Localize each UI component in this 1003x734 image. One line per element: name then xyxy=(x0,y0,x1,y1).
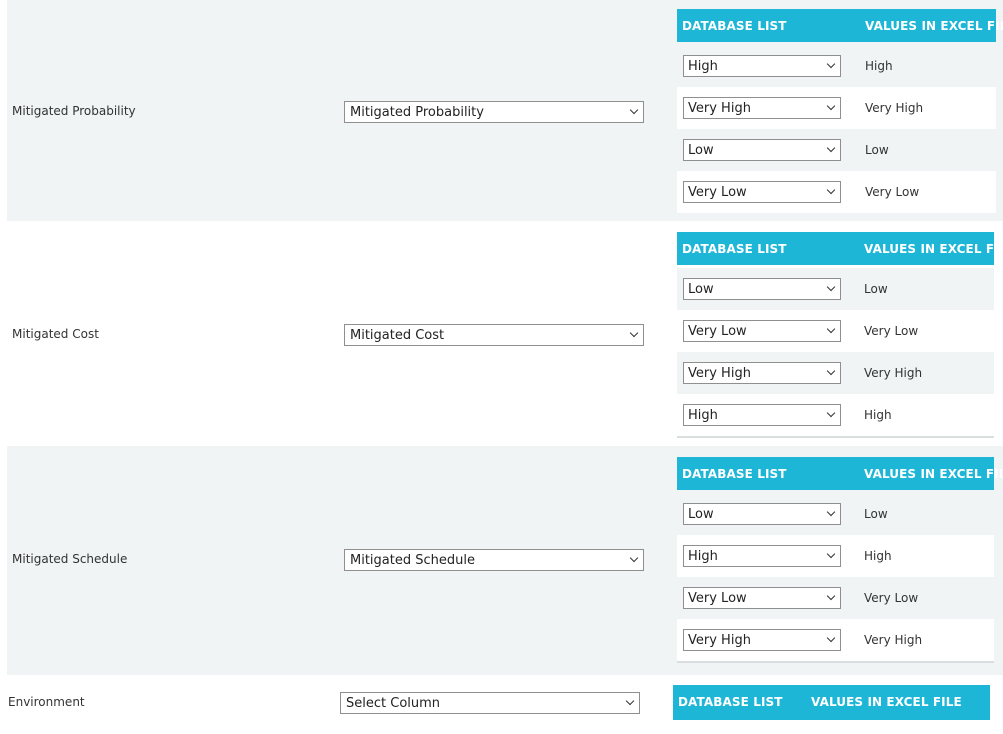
excel-value: Very Low xyxy=(864,591,919,605)
database-value-select[interactable]: Very High xyxy=(683,629,841,651)
value-mapping-table: DATABASE LIST VALUES IN EXCEL FILE High … xyxy=(677,9,1003,214)
mapping-row: Very High Very High xyxy=(677,87,996,129)
column-select-value: Mitigated Schedule xyxy=(350,552,475,568)
database-value: Low xyxy=(688,506,714,522)
excel-value: Low xyxy=(864,282,888,296)
database-value: Low xyxy=(688,142,714,158)
value-mapping-table: DATABASE LIST VALUES IN EXCEL FILE xyxy=(673,685,990,720)
mapping-header: DATABASE LIST VALUES IN EXCEL FILE xyxy=(673,685,990,720)
mapping-row: Low Low xyxy=(677,129,996,171)
column-select[interactable]: Mitigated Cost xyxy=(344,324,644,346)
database-value-select[interactable]: Very Low xyxy=(683,181,841,203)
header-values-in-excel: VALUES IN EXCEL FILE xyxy=(864,467,1003,481)
table-divider xyxy=(677,436,994,438)
column-select-value: Mitigated Probability xyxy=(350,104,484,120)
chevron-down-icon xyxy=(826,633,836,643)
chevron-down-icon xyxy=(625,696,635,706)
mapping-row: High High xyxy=(677,45,996,87)
excel-value: Very High xyxy=(864,366,923,380)
mapping-row: Very Low Very Low xyxy=(677,310,994,352)
database-value-select[interactable]: High xyxy=(683,55,841,77)
value-mapping-table: DATABASE LIST VALUES IN EXCEL FILE Low L… xyxy=(677,457,1003,663)
database-value-select[interactable]: High xyxy=(683,404,841,426)
database-value-select[interactable]: Low xyxy=(683,139,841,161)
mapping-row: Very High Very High xyxy=(677,619,994,661)
excel-value: Very High xyxy=(864,633,923,647)
chevron-down-icon xyxy=(826,143,836,153)
database-value: Very Low xyxy=(688,184,747,200)
database-value-select[interactable]: Low xyxy=(683,278,841,300)
excel-value: High xyxy=(865,59,893,73)
database-value: Very Low xyxy=(688,323,747,339)
chevron-down-icon xyxy=(826,185,836,195)
mapping-row: Low Low xyxy=(677,268,994,310)
header-values-in-excel: VALUES IN EXCEL FILE xyxy=(864,242,1003,256)
database-value: High xyxy=(688,407,718,423)
excel-value: Low xyxy=(864,507,888,521)
excel-value: Very Low xyxy=(865,185,920,199)
mapping-header: DATABASE LIST VALUES IN EXCEL FILE xyxy=(677,457,1003,490)
chevron-down-icon xyxy=(826,507,836,517)
chevron-down-icon xyxy=(826,366,836,376)
database-value: Very Low xyxy=(688,590,747,606)
mapping-row: Very High Very High xyxy=(677,352,994,394)
mapping-header: DATABASE LIST VALUES IN EXCEL FILE xyxy=(677,9,1003,42)
excel-value: Very High xyxy=(865,101,924,115)
mapping-header: DATABASE LIST VALUES IN EXCEL FILE xyxy=(677,232,1003,265)
database-value: Very High xyxy=(688,100,751,116)
value-mapping-table: DATABASE LIST VALUES IN EXCEL FILE Low L… xyxy=(677,232,1003,438)
excel-value: High xyxy=(864,549,892,563)
mapping-row: High High xyxy=(677,535,994,577)
field-label: Mitigated Cost xyxy=(12,327,99,341)
chevron-down-icon xyxy=(629,105,639,115)
field-label: Environment xyxy=(8,695,85,709)
field-label: Mitigated Probability xyxy=(12,104,136,118)
column-select-value: Mitigated Cost xyxy=(350,327,445,343)
database-value-select[interactable]: Very Low xyxy=(683,587,841,609)
table-divider xyxy=(677,661,994,663)
header-values-in-excel: VALUES IN EXCEL FILE xyxy=(811,695,962,709)
excel-value: Low xyxy=(865,143,889,157)
database-value-select[interactable]: High xyxy=(683,545,841,567)
header-values-in-excel: VALUES IN EXCEL FILE xyxy=(865,19,1003,33)
chevron-down-icon xyxy=(826,591,836,601)
mapping-row: Very Low Very Low xyxy=(677,577,994,619)
mapping-row: Very Low Very Low xyxy=(677,171,996,213)
column-select[interactable]: Mitigated Schedule xyxy=(344,549,644,571)
chevron-down-icon xyxy=(826,282,836,292)
column-select-value: Select Column xyxy=(346,695,441,711)
header-database-list: DATABASE LIST xyxy=(682,242,787,256)
database-value: Very High xyxy=(688,365,751,381)
field-label: Mitigated Schedule xyxy=(12,552,128,566)
chevron-down-icon xyxy=(826,408,836,418)
mapping-row: Low Low xyxy=(677,493,994,535)
mapping-row: High High xyxy=(677,394,994,436)
database-value: High xyxy=(688,548,718,564)
excel-value: High xyxy=(864,408,892,422)
chevron-down-icon xyxy=(826,59,836,69)
database-value: High xyxy=(688,58,718,74)
column-select[interactable]: Select Column xyxy=(340,692,640,714)
chevron-down-icon xyxy=(629,328,639,338)
chevron-down-icon xyxy=(629,553,639,563)
database-value-select[interactable]: Very High xyxy=(683,362,841,384)
database-value: Low xyxy=(688,281,714,297)
header-database-list: DATABASE LIST xyxy=(682,467,787,481)
database-value-select[interactable]: Low xyxy=(683,503,841,525)
database-value-select[interactable]: Very Low xyxy=(683,320,841,342)
chevron-down-icon xyxy=(826,549,836,559)
header-database-list: DATABASE LIST xyxy=(678,695,783,709)
chevron-down-icon xyxy=(826,101,836,111)
database-value-select[interactable]: Very High xyxy=(683,97,841,119)
column-select[interactable]: Mitigated Probability xyxy=(344,101,644,123)
header-database-list: DATABASE LIST xyxy=(682,19,787,33)
excel-value: Very Low xyxy=(864,324,919,338)
database-value: Very High xyxy=(688,632,751,648)
chevron-down-icon xyxy=(826,324,836,334)
